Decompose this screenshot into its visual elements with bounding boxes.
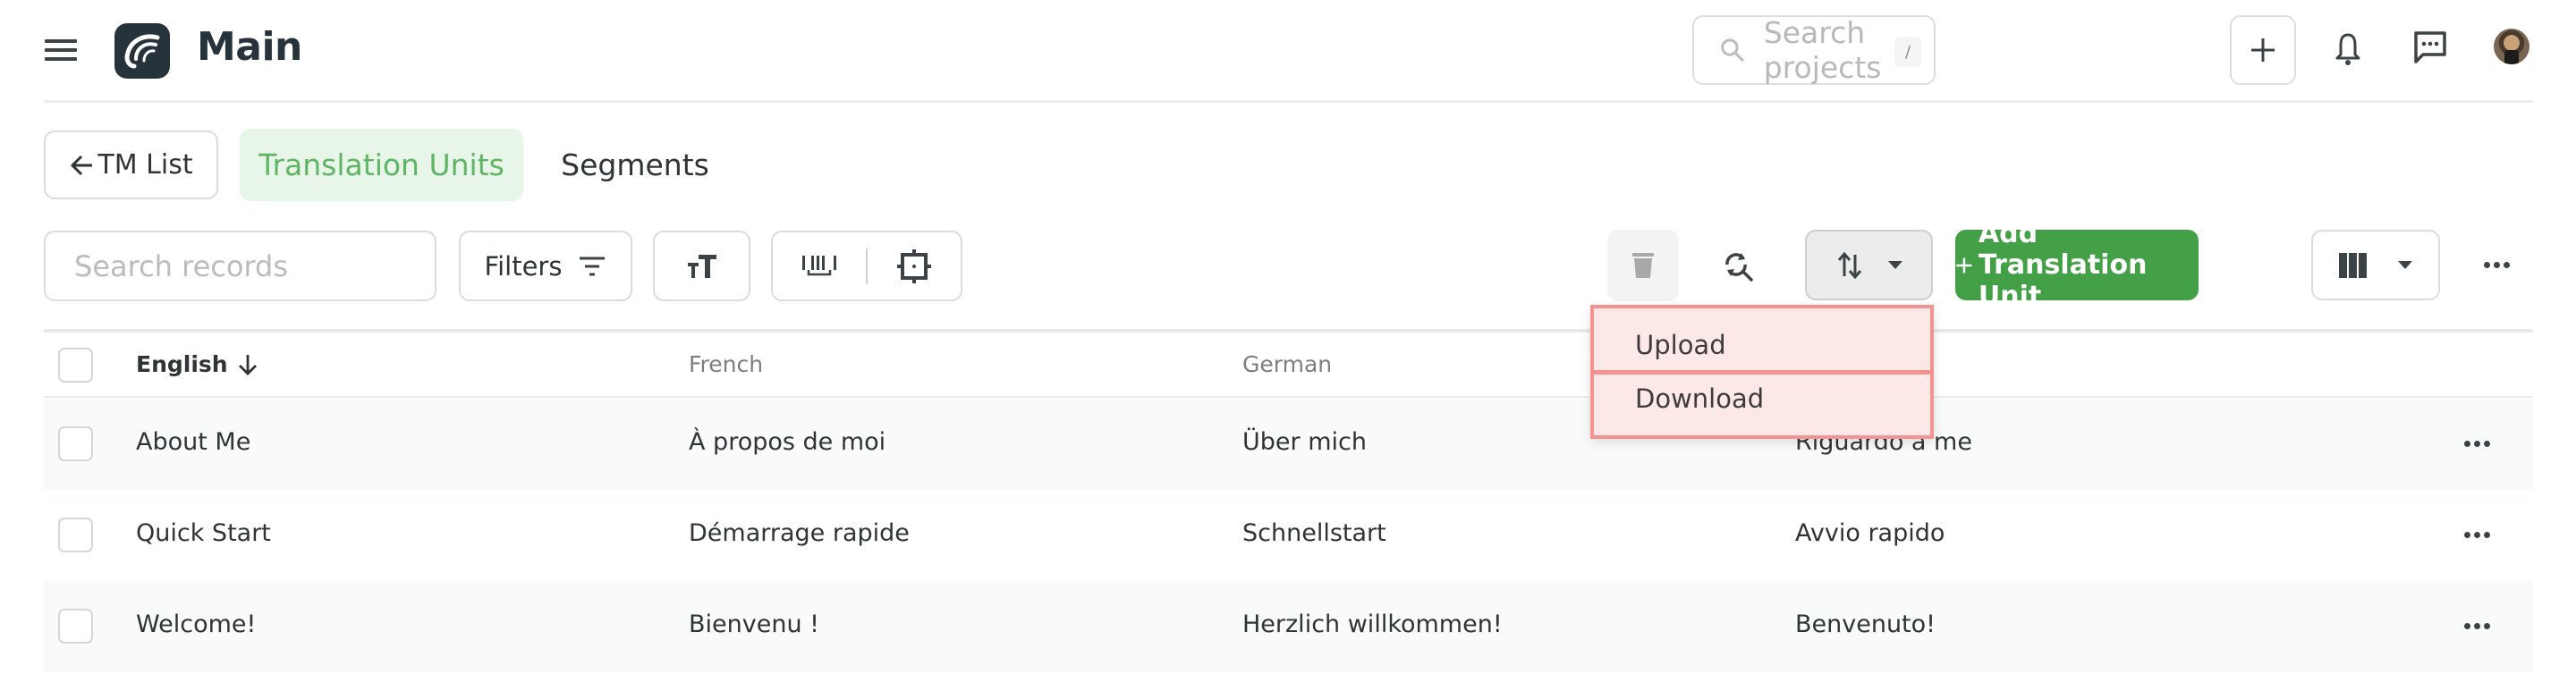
search-records-input[interactable]: Search records	[44, 231, 436, 301]
row-more-icon[interactable]	[2459, 619, 2495, 633]
tab-segments[interactable]: Segments	[546, 129, 724, 201]
menu-button[interactable]	[45, 39, 77, 61]
menu-item-download[interactable]: Download	[1590, 371, 1934, 439]
cell-german: Schnellstart	[1242, 519, 1386, 547]
search-records-placeholder: Search records	[74, 248, 288, 283]
delete-button[interactable]	[1607, 230, 1679, 301]
app-title: Main	[197, 24, 302, 70]
column-header-french[interactable]: French	[689, 351, 763, 377]
fit-to-screen-button[interactable]	[866, 248, 961, 284]
create-button[interactable]	[2230, 15, 2296, 85]
upload-download-icon	[1837, 251, 1861, 279]
trash-icon	[1632, 253, 1654, 278]
text-size-button[interactable]	[653, 231, 750, 301]
columns-icon	[2339, 252, 2367, 278]
more-options-button[interactable]	[2474, 248, 2519, 281]
plus-icon	[1956, 257, 1972, 274]
row-checkbox[interactable]	[58, 426, 93, 461]
menu-item-upload[interactable]: Upload	[1590, 305, 1934, 374]
logo-icon	[124, 34, 160, 69]
cell-french: Démarrage rapide	[689, 519, 910, 547]
cell-english: Welcome!	[136, 611, 257, 638]
cell-german: Über mich	[1242, 428, 1367, 456]
app-logo[interactable]	[114, 23, 170, 79]
add-translation-unit-button[interactable]: Add Translation Unit	[1955, 218, 2199, 312]
select-all-checkbox[interactable]	[58, 348, 93, 383]
sort-arrow-down-icon	[238, 354, 257, 375]
view-toggle-group	[771, 231, 962, 301]
columns-button[interactable]	[2311, 230, 2440, 300]
cell-italian: Benvenuto!	[1795, 611, 1936, 638]
chevron-down-icon	[2398, 261, 2412, 269]
notifications-button[interactable]	[2326, 27, 2370, 72]
table-row[interactable]: Welcome! Bienvenu ! Herzlich willkommen!…	[44, 581, 2533, 672]
focus-frame-icon	[897, 248, 931, 283]
plus-icon	[2251, 38, 2275, 62]
filter-icon	[580, 257, 606, 275]
search-replace-icon	[1725, 253, 1753, 282]
find-replace-button[interactable]	[1713, 241, 1763, 291]
project-search-input[interactable]: Search projects /	[1692, 15, 1936, 85]
bell-icon	[2335, 33, 2360, 65]
column-header-english[interactable]: English	[136, 351, 258, 377]
cell-french: À propos de moi	[689, 428, 886, 456]
cell-italian: Avvio rapido	[1795, 519, 1945, 547]
row-more-icon[interactable]	[2459, 527, 2495, 542]
cell-french: Bienvenu !	[689, 611, 819, 638]
search-shortcut-hint: /	[1894, 37, 1921, 67]
chevron-down-icon	[1887, 261, 1902, 269]
row-density-button[interactable]	[773, 254, 866, 279]
tab-translation-units[interactable]: Translation Units	[240, 129, 523, 201]
filters-label: Filters	[484, 250, 563, 282]
user-avatar[interactable]	[2494, 29, 2529, 64]
cell-german: Herzlich willkommen!	[1242, 611, 1503, 638]
header-divider	[44, 100, 2533, 103]
table-header: English French German	[44, 333, 2533, 398]
density-icon	[802, 255, 836, 275]
import-export-menu: Upload Download	[1590, 305, 1934, 439]
text-size-icon	[687, 254, 716, 278]
search-icon	[1721, 38, 1744, 62]
row-checkbox[interactable]	[58, 518, 93, 552]
back-to-tm-list-button[interactable]: TM List	[44, 131, 218, 199]
arrow-left-icon	[71, 155, 93, 175]
import-export-button[interactable]	[1805, 230, 1933, 300]
messages-button[interactable]	[2408, 25, 2453, 70]
add-label: Add Translation Unit	[1978, 218, 2148, 312]
cell-english: Quick Start	[136, 519, 271, 547]
row-checkbox[interactable]	[58, 609, 93, 644]
row-more-icon[interactable]	[2459, 436, 2495, 451]
table-row[interactable]: About Me À propos de moi Über mich Rigua…	[44, 399, 2533, 490]
cell-english: About Me	[136, 428, 251, 456]
more-horizontal-icon	[2483, 261, 2510, 268]
chat-icon	[2414, 31, 2446, 63]
back-label: TM List	[97, 149, 193, 181]
filters-button[interactable]: Filters	[459, 231, 632, 301]
table-row[interactable]: Quick Start Démarrage rapide Schnellstar…	[44, 490, 2533, 581]
menu-icon	[45, 39, 77, 43]
column-header-german[interactable]: German	[1242, 351, 1332, 377]
